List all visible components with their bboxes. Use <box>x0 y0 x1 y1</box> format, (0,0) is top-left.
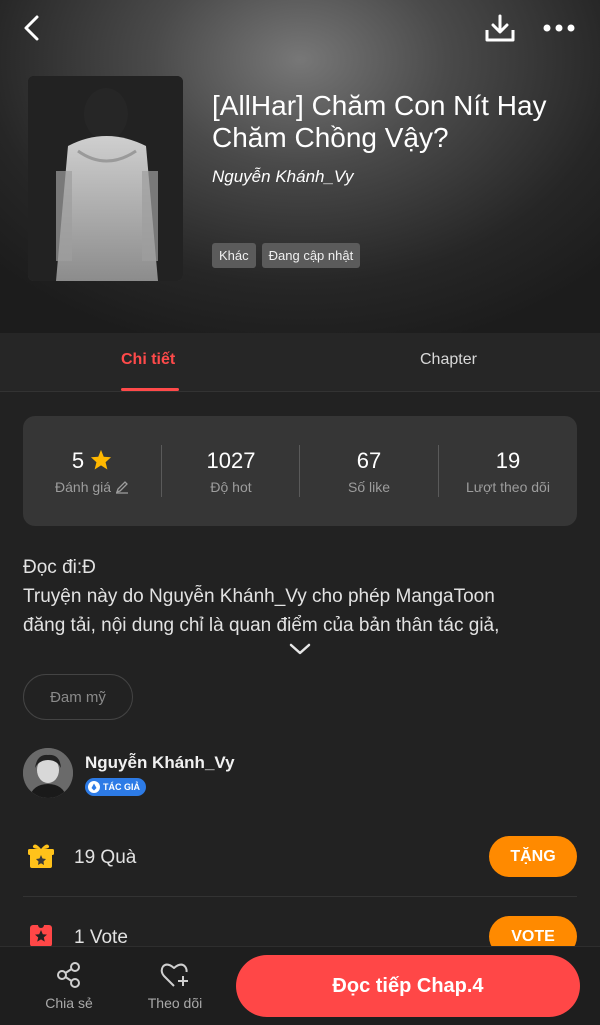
stat-rating[interactable]: 5 Đánh giá <box>23 416 161 526</box>
genre-chip[interactable]: Đam mỹ <box>23 674 133 720</box>
back-button[interactable] <box>10 8 54 48</box>
follow-button[interactable]: Theo dõi <box>140 961 210 1011</box>
follow-label: Theo dõi <box>147 995 203 1011</box>
likes-value: 67 <box>356 448 382 473</box>
share-label: Chia sẻ <box>45 995 93 1011</box>
tab-detail[interactable]: Chi tiết <box>121 351 175 369</box>
hot-value: 1027 <box>206 448 256 473</box>
followers-value: 19 <box>495 448 521 473</box>
rating-value-wrap: 5 <box>23 448 161 474</box>
more-dots-icon <box>543 24 575 32</box>
continue-reading-button[interactable]: Đọc tiếp Chap.4 <box>236 955 580 1017</box>
book-title: [AllHar] Chăm Con Nít Hay Chăm Chồng Vậy… <box>212 90 547 153</box>
more-options-button[interactable] <box>537 8 581 48</box>
description-line: Đọc đi:Đ <box>23 557 96 578</box>
tag-list: Khác Đang cập nhật <box>212 243 361 268</box>
stat-hot: 1027 Độ hot <box>162 416 300 526</box>
gift-button[interactable]: TẶNG <box>489 836 577 877</box>
bottom-action-bar: Chia sẻ Theo dõi Đọc tiếp Chap.4 <box>0 946 600 1025</box>
download-button[interactable] <box>478 8 522 48</box>
description-line: Truyện này do Nguyễn Khánh_Vy cho phép M… <box>23 586 495 607</box>
rating-label: Đánh giá <box>55 479 112 495</box>
follow-icon-wrap <box>140 961 210 991</box>
gift-count: 19 Quà <box>74 847 137 868</box>
share-icon <box>57 962 80 988</box>
pen-icon <box>88 781 100 793</box>
rating-label-wrap: Đánh giá <box>23 479 161 495</box>
description-line: đăng tải, nội dung chỉ là quan điểm của … <box>23 615 500 636</box>
expand-description-button[interactable] <box>287 640 313 658</box>
stat-followers: 19 Lượt theo dõi <box>439 416 577 526</box>
book-author[interactable]: Nguyễn Khánh_Vy <box>212 167 353 187</box>
author-name[interactable]: Nguyễn Khánh_Vy <box>85 753 235 773</box>
book-cover-image <box>28 76 183 281</box>
share-button[interactable]: Chia sẻ <box>34 961 104 1011</box>
rating-value: 5 <box>71 448 85 473</box>
back-arrow-icon <box>24 15 39 41</box>
divider <box>23 896 577 897</box>
share-icon-wrap <box>34 961 104 991</box>
gift-icon <box>28 844 54 868</box>
tag-category[interactable]: Khác <box>212 243 256 268</box>
gift-row: 19 Quà TẶNG <box>23 836 577 880</box>
download-icon <box>485 14 515 42</box>
author-badge: TÁC GIẢ <box>85 778 146 796</box>
star-icon <box>91 449 112 470</box>
stats-panel: 5 Đánh giá 1027 Độ hot 67 Số like 19 Lượ… <box>23 416 577 526</box>
heart-plus-icon <box>160 963 188 987</box>
author-row[interactable]: Nguyễn Khánh_Vy TÁC GIẢ <box>23 748 583 800</box>
tag-status[interactable]: Đang cập nhật <box>261 243 361 268</box>
tab-bar: Chi tiết Chapter <box>0 333 600 392</box>
avatar[interactable] <box>23 748 73 798</box>
chevron-down-icon <box>289 643 311 655</box>
book-header: [AllHar] Chăm Con Nít Hay Chăm Chồng Vậy… <box>0 0 600 333</box>
followers-label: Lượt theo dõi <box>466 479 550 495</box>
tab-chapter[interactable]: Chapter <box>420 351 477 369</box>
active-tab-indicator <box>121 388 179 391</box>
likes-label: Số like <box>347 479 391 495</box>
stat-likes: 67 Số like <box>300 416 438 526</box>
edit-pencil-icon <box>115 481 128 494</box>
author-badge-label: TÁC GIẢ <box>103 782 140 792</box>
hot-label: Độ hot <box>210 479 252 495</box>
book-description: Đọc đi:Đ Truyện này do Nguyễn Khánh_Vy c… <box>23 553 583 640</box>
